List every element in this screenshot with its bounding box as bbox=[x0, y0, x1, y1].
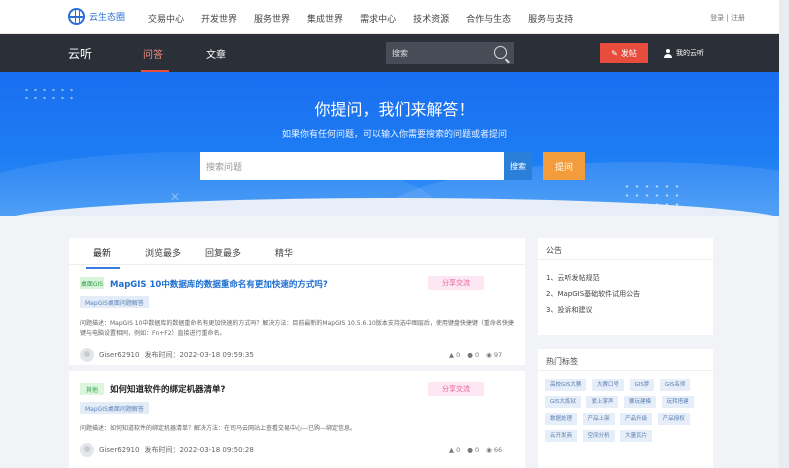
eye-icon: ◉ bbox=[486, 351, 492, 359]
hot-tag[interactable]: 产品上架 bbox=[582, 413, 615, 425]
topic-tag[interactable]: MapGIS桌面问题解答 bbox=[80, 296, 149, 308]
question-stats: ▲ 0 ● 0 ◉ 97 bbox=[449, 351, 502, 359]
hot-tag[interactable]: GIS名师 bbox=[659, 379, 691, 391]
tab-most-viewed[interactable]: 浏览最多 bbox=[145, 246, 181, 259]
nav-item-demand[interactable]: 需求中心 bbox=[360, 12, 396, 25]
list-tabs: 最新 浏览最多 回复最多 精华 bbox=[69, 238, 525, 269]
hot-tag[interactable]: 玩转搭建 bbox=[661, 396, 694, 408]
announcement-item[interactable]: 1、云听发帖规范 bbox=[546, 270, 713, 286]
list-item: 桌面GIS MapGIS 10中数据库的数据重命名有更加快速的方式吗? 分享交流… bbox=[69, 267, 525, 371]
announcement-card: 公告 1、云听发帖规范 2、MapGIS基础软件试用公告 3、投诉和建议 bbox=[538, 238, 713, 335]
announcement-title: 公告 bbox=[538, 238, 713, 260]
category-badge[interactable]: 桌面GIS bbox=[80, 277, 104, 289]
hot-tag[interactable]: 产品授权 bbox=[657, 413, 690, 425]
tab-articles[interactable]: 文章 bbox=[206, 46, 226, 61]
nav-item-integration[interactable]: 集成世界 bbox=[307, 12, 343, 25]
view-count: ◉ 66 bbox=[486, 446, 503, 454]
community-bar: 云听 问答 文章 搜索 ✎ 发帖 我的云听 bbox=[0, 34, 789, 72]
thumb-up-icon: ▲ bbox=[449, 351, 454, 359]
tab-latest[interactable]: 最新 bbox=[85, 246, 121, 269]
hot-tags-title: 热门标签 bbox=[538, 349, 713, 371]
hot-tag[interactable]: 空间分析 bbox=[582, 430, 615, 442]
community-search-input[interactable]: 搜索 bbox=[386, 42, 514, 64]
question-meta: Giser62910 发布时间：2022-03-18 09:50:28 bbox=[80, 443, 254, 457]
my-cloud-label: 我的云听 bbox=[676, 49, 704, 57]
topic-tag[interactable]: MapGIS桌面问题解答 bbox=[80, 402, 149, 414]
hot-tags-list: 高校GIS大赛 大赛口号 GIS梦 GIS名师 GIS大炼狱 爱上掌声 要玩建模… bbox=[538, 371, 713, 447]
nav-item-trade[interactable]: 交易中心 bbox=[148, 12, 184, 25]
community-search-placeholder: 搜索 bbox=[392, 49, 408, 58]
user-icon bbox=[664, 48, 672, 58]
announcement-item[interactable]: 3、投诉和建议 bbox=[546, 302, 713, 318]
tab-featured[interactable]: 精华 bbox=[275, 246, 293, 259]
list-item: 其他 如何知道软件的绑定机器清单? 分享交流 MapGIS桌面问题解答 问题描述… bbox=[69, 377, 525, 468]
question-meta: Giser62910 发布时间：2022-03-18 09:59:35 bbox=[80, 348, 254, 362]
thumb-up-icon: ▲ bbox=[449, 446, 454, 454]
announcement-list: 1、云听发帖规范 2、MapGIS基础软件试用公告 3、投诉和建议 bbox=[538, 260, 713, 318]
hot-tag[interactable]: 要玩建模 bbox=[624, 396, 657, 408]
comment-count: ● 0 bbox=[467, 446, 480, 454]
nav-item-ecosystem[interactable]: 合作与生态 bbox=[466, 12, 511, 25]
avatar bbox=[80, 443, 94, 457]
share-badge[interactable]: 分享交流 bbox=[428, 276, 484, 290]
hot-tag[interactable]: 高校GIS大赛 bbox=[545, 379, 587, 391]
hot-tag[interactable]: 云开发商 bbox=[545, 430, 578, 442]
question-search-button[interactable]: 搜索 bbox=[504, 152, 532, 180]
like-count: ▲ 0 bbox=[449, 446, 461, 454]
site-logo[interactable]: 云生态圈 bbox=[68, 8, 125, 25]
question-title[interactable]: MapGIS 10中数据库的数据重命名有更加快速的方式吗? bbox=[110, 278, 328, 290]
like-count: ▲ 0 bbox=[449, 351, 461, 359]
tab-qa[interactable]: 问答 bbox=[141, 46, 169, 72]
site-top-nav: 云生态圈 交易中心 开发世界 服务世界 集成世界 需求中心 技术资源 合作与生态… bbox=[0, 0, 789, 34]
comment-icon: ● bbox=[467, 446, 473, 454]
avatar bbox=[80, 348, 94, 362]
question-title[interactable]: 如何知道软件的绑定机器清单? bbox=[110, 383, 225, 395]
question-description: 问题描述：MapGIS 10中数据库的数据重命名有更加快速的方式吗？解决方法：目… bbox=[80, 320, 514, 337]
author-name[interactable]: Giser62910 bbox=[99, 446, 139, 454]
hot-tag[interactable]: 大赛口号 bbox=[591, 379, 624, 391]
hero-banner: ✕ 你提问，我们来解答！ 如果你有任何问题，可以输入你需要搜索的问题或者提问 搜… bbox=[0, 72, 789, 216]
site-logo-text: 云生态圈 bbox=[89, 13, 126, 23]
tab-most-replied[interactable]: 回复最多 bbox=[205, 246, 241, 259]
announcement-item[interactable]: 2、MapGIS基础软件试用公告 bbox=[546, 286, 713, 302]
comment-icon: ● bbox=[467, 351, 473, 359]
post-button-label: 发帖 bbox=[620, 48, 637, 58]
nav-item-service[interactable]: 服务世界 bbox=[254, 12, 290, 25]
hot-tag[interactable]: GIS大炼狱 bbox=[545, 396, 581, 408]
eye-icon: ◉ bbox=[486, 446, 492, 454]
category-badge[interactable]: 其他 bbox=[80, 383, 104, 395]
question-stats: ▲ 0 ● 0 ◉ 66 bbox=[449, 446, 502, 454]
share-badge[interactable]: 分享交流 bbox=[428, 382, 484, 396]
hot-tag[interactable]: 大量瓦片 bbox=[620, 430, 653, 442]
hot-tag[interactable]: GIS梦 bbox=[629, 379, 655, 391]
nav-item-support[interactable]: 服务与支持 bbox=[528, 12, 573, 25]
search-icon[interactable] bbox=[494, 46, 507, 59]
globe-icon bbox=[68, 8, 85, 25]
question-search-input[interactable]: 搜索问题 bbox=[200, 152, 504, 180]
nav-item-dev[interactable]: 开发世界 bbox=[201, 12, 237, 25]
question-list-panel: 最新 浏览最多 回复最多 精华 桌面GIS MapGIS 10中数据库的数据重命… bbox=[69, 238, 525, 468]
nav-item-resources[interactable]: 技术资源 bbox=[413, 12, 449, 25]
community-brand[interactable]: 云听 bbox=[68, 45, 92, 62]
pencil-icon: ✎ bbox=[611, 48, 618, 58]
hot-tags-card: 热门标签 高校GIS大赛 大赛口号 GIS梦 GIS名师 GIS大炼狱 爱上掌声… bbox=[538, 349, 713, 468]
author-name[interactable]: Giser62910 bbox=[99, 351, 139, 359]
my-cloud-link[interactable]: 我的云听 bbox=[664, 48, 704, 58]
hot-tag[interactable]: 数据处理 bbox=[545, 413, 578, 425]
publish-time: 发布时间：2022-03-18 09:59:35 bbox=[144, 351, 254, 359]
ask-question-button[interactable]: 提问 bbox=[543, 152, 585, 180]
publish-time: 发布时间：2022-03-18 09:50:28 bbox=[144, 446, 254, 454]
login-register-link[interactable]: 登录 | 注册 bbox=[710, 13, 745, 23]
hero-title: 你提问，我们来解答！ bbox=[314, 100, 475, 119]
question-description: 问题描述：如何知道软件的绑定机器清单？解决方法：在司马云网站上查看交易中心—已购… bbox=[80, 425, 357, 432]
comment-count: ● 0 bbox=[467, 351, 480, 359]
page-scrollbar[interactable] bbox=[779, 0, 789, 468]
hero-subtitle: 如果你有任何问题，可以输入你需要搜索的问题或者提问 bbox=[281, 130, 507, 140]
hot-tag[interactable]: 产品升级 bbox=[620, 413, 653, 425]
view-count: ◉ 97 bbox=[486, 351, 503, 359]
site-menu: 交易中心 开发世界 服务世界 集成世界 需求中心 技术资源 合作与生态 服务与支… bbox=[148, 12, 590, 25]
post-button[interactable]: ✎ 发帖 bbox=[600, 43, 648, 63]
hot-tag[interactable]: 爱上掌声 bbox=[586, 396, 619, 408]
